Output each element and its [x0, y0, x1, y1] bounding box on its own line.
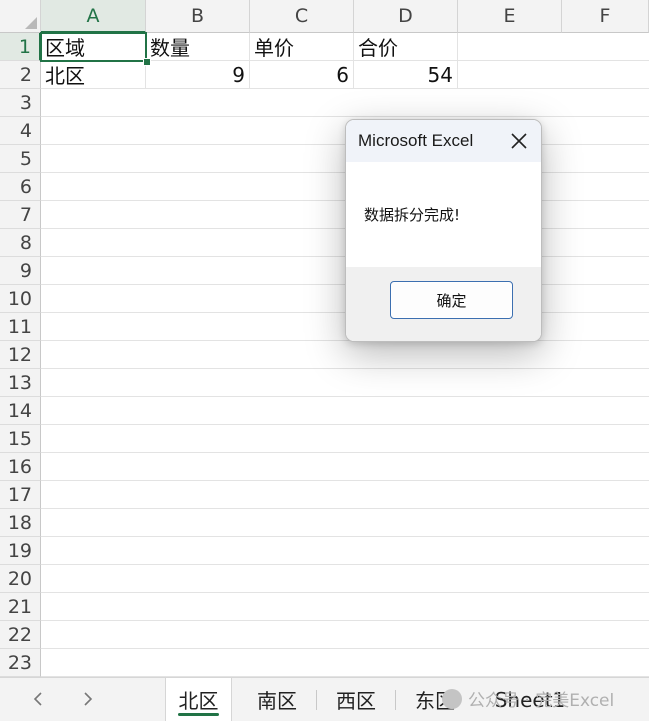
- dialog-title: Microsoft Excel: [358, 131, 474, 150]
- column-header-b[interactable]: B: [146, 0, 250, 33]
- column-header-e[interactable]: E: [458, 0, 562, 33]
- fill-handle[interactable]: [143, 58, 151, 66]
- ok-button[interactable]: 确定: [390, 281, 513, 319]
- column-header-d[interactable]: D: [354, 0, 458, 33]
- cell-d2[interactable]: 54: [354, 61, 458, 89]
- sheet-tab-north[interactable]: 北区: [165, 678, 232, 721]
- row-header-11[interactable]: 11: [0, 313, 41, 341]
- watermark: 公众号 · 完美Excel: [442, 686, 614, 711]
- cell-d1[interactable]: 合价: [354, 33, 458, 61]
- active-tab-underline: [178, 713, 219, 716]
- row-header-7[interactable]: 7: [0, 201, 41, 229]
- row-header-19[interactable]: 19: [0, 537, 41, 565]
- row-header-1[interactable]: 1: [0, 33, 41, 61]
- tab-separator: [316, 690, 317, 710]
- message-box: Microsoft Excel 数据拆分完成! 确定: [345, 119, 542, 342]
- row-header-23[interactable]: 23: [0, 649, 41, 677]
- dialog-title-bar[interactable]: Microsoft Excel: [346, 120, 541, 162]
- row-header-6[interactable]: 6: [0, 173, 41, 201]
- row-header-8[interactable]: 8: [0, 229, 41, 257]
- row-header-4[interactable]: 4: [0, 117, 41, 145]
- row-header-3[interactable]: 3: [0, 89, 41, 117]
- column-header-f[interactable]: F: [562, 0, 649, 33]
- select-all-triangle-icon: [25, 17, 37, 29]
- cell-b1[interactable]: 数量: [146, 33, 250, 61]
- column-header-a[interactable]: A: [41, 0, 146, 33]
- sheet-tab-label: 北区: [178, 689, 219, 713]
- row-header-14[interactable]: 14: [0, 397, 41, 425]
- scroll-right-icon[interactable]: [78, 688, 98, 710]
- dialog-body: 数据拆分完成!: [346, 162, 541, 267]
- row-header-15[interactable]: 15: [0, 425, 41, 453]
- sheet-tab-west[interactable]: 西区: [323, 678, 389, 721]
- cell-a2[interactable]: 北区: [41, 61, 146, 89]
- select-all-corner[interactable]: [0, 0, 41, 33]
- cell-c1[interactable]: 单价: [250, 33, 354, 61]
- row-header-12[interactable]: 12: [0, 341, 41, 369]
- close-icon[interactable]: [505, 128, 533, 154]
- row-header-22[interactable]: 22: [0, 621, 41, 649]
- sheet-tab-south[interactable]: 南区: [244, 678, 310, 721]
- row-header-17[interactable]: 17: [0, 481, 41, 509]
- row-header-20[interactable]: 20: [0, 565, 41, 593]
- sheet-tab-bar: 北区 南区 西区 东区 Sheet1 公众号 · 完美Excel: [0, 677, 649, 721]
- column-header-c[interactable]: C: [250, 0, 354, 33]
- cell-b2[interactable]: 9: [146, 61, 250, 89]
- row-header-10[interactable]: 10: [0, 285, 41, 313]
- row-header-2[interactable]: 2: [0, 61, 41, 89]
- watermark-text: 公众号 · 完美Excel: [468, 691, 615, 711]
- row-header-18[interactable]: 18: [0, 509, 41, 537]
- row-header-21[interactable]: 21: [0, 593, 41, 621]
- scroll-left-icon[interactable]: [28, 688, 48, 710]
- row-header-13[interactable]: 13: [0, 369, 41, 397]
- dialog-message: 数据拆分完成!: [364, 206, 461, 224]
- dialog-footer: 确定: [346, 267, 541, 341]
- spreadsheet-grid: A B C D E F 1 2 3 4 5 6 7 8 9 10 11 12 1…: [0, 0, 649, 677]
- row-header-16[interactable]: 16: [0, 453, 41, 481]
- cell-c2[interactable]: 6: [250, 61, 354, 89]
- active-cell-border: [40, 32, 147, 62]
- row-header-9[interactable]: 9: [0, 257, 41, 285]
- row-header-5[interactable]: 5: [0, 145, 41, 173]
- tab-separator: [395, 690, 396, 710]
- wechat-icon: [442, 688, 462, 709]
